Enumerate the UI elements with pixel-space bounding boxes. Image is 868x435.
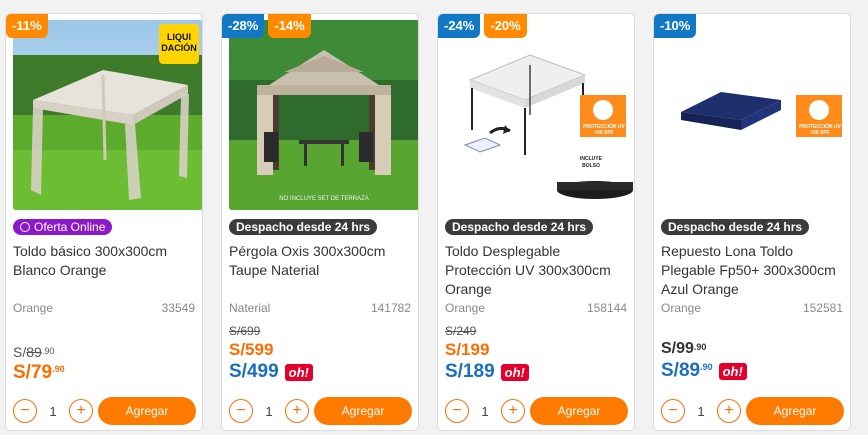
product-card[interactable]: -10% PROTECCIÓN UV +50 SPF Despacho desd… xyxy=(653,13,851,431)
current-price: S/79.90 xyxy=(13,362,65,383)
increase-quantity-button[interactable]: + xyxy=(285,399,309,423)
old-price: S/249 xyxy=(445,324,477,338)
add-to-cart-button[interactable]: Agregar xyxy=(530,397,628,425)
product-image[interactable]: LIQUI DACIÓN xyxy=(13,20,202,210)
quantity-value[interactable]: 1 xyxy=(253,404,285,419)
card-price: S/499 oh! xyxy=(229,361,412,383)
price-block: S/699 S/599 S/499 oh! xyxy=(229,324,412,383)
discount-badges: -24% -20% xyxy=(438,14,527,38)
product-title[interactable]: Pérgola Oxis 300x300cm Taupe Naterial xyxy=(229,242,412,280)
product-sku: 141782 xyxy=(370,301,411,315)
quantity-value[interactable]: 1 xyxy=(37,404,69,419)
product-image[interactable]: PROTECCIÓN UV +50 SPF xyxy=(661,20,850,210)
price-block: S/249 S/199 S/189 oh! xyxy=(445,324,628,383)
product-image[interactable]: PROTECCIÓN UV +50 SPF INCLUYE BOLSO xyxy=(445,20,634,210)
uv-protection-label: PROTECCIÓN UV +50 SPF xyxy=(583,124,625,136)
add-to-cart-button[interactable]: Agregar xyxy=(98,397,196,425)
product-title[interactable]: Toldo básico 300x300cm Blanco Orange xyxy=(13,242,196,280)
decrease-quantity-button[interactable]: − xyxy=(229,399,253,423)
includes-bag-label: INCLUYE BOLSO xyxy=(580,156,602,169)
product-title[interactable]: Toldo Desplegable Protección UV 300x300c… xyxy=(445,242,628,299)
old-price: S/89.90 xyxy=(13,344,55,360)
product-sku: 152581 xyxy=(802,301,843,315)
decrease-quantity-button[interactable]: − xyxy=(445,399,469,423)
price-block: S/99.90 S/89.90 oh! xyxy=(661,340,844,382)
internet-price: S/99.90 xyxy=(661,340,707,357)
quantity-value[interactable]: 1 xyxy=(469,404,501,419)
product-brand: Naterial xyxy=(229,301,271,315)
product-grid: -11% LIQUI DACIÓN Oferta Online Toldo bá… xyxy=(0,0,868,435)
liquidacion-badge: LIQUI DACIÓN xyxy=(159,24,199,64)
oh-card-badge: oh! xyxy=(500,363,529,381)
oh-card-badge: oh! xyxy=(718,362,747,380)
discount-badge: -20% xyxy=(484,14,527,38)
add-to-cart-button[interactable]: Agregar xyxy=(746,397,844,425)
product-card[interactable]: -24% -20% PROTECCIÓN UV +50 SPF INCLUYE … xyxy=(437,13,635,431)
oh-card-badge: oh! xyxy=(284,363,313,381)
discount-badges: -10% xyxy=(654,14,697,38)
quantity-stepper: − 1 + xyxy=(229,399,309,423)
discount-badge: -24% xyxy=(438,14,481,38)
product-brand: Orange xyxy=(445,301,486,315)
quantity-stepper: − 1 + xyxy=(445,399,525,423)
product-image[interactable]: NO INCLUYE SET DE TERRAZA xyxy=(229,20,418,210)
shipping-tag: Despacho desde 24 hrs xyxy=(229,219,378,235)
product-card[interactable]: -28% -14% NO INCLUYE SET DE TERRAZA Desp… xyxy=(221,13,419,431)
product-brand: Orange xyxy=(661,301,702,315)
shipping-tag: Despacho desde 24 hrs xyxy=(661,219,810,235)
image-caption: NO INCLUYE SET DE TERRAZA xyxy=(279,196,369,202)
price-block: S/89.90 S/79.90 xyxy=(13,344,196,384)
discount-badge: -11% xyxy=(6,14,48,38)
add-to-cart-button[interactable]: Agregar xyxy=(314,397,412,425)
discount-badge: -10% xyxy=(654,14,697,38)
increase-quantity-button[interactable]: + xyxy=(69,399,93,423)
discount-badges: -11% xyxy=(6,14,48,38)
uv-protection-label: PROTECCIÓN UV +50 SPF xyxy=(799,124,841,136)
quantity-value[interactable]: 1 xyxy=(685,404,717,419)
discount-badge: -28% xyxy=(222,14,265,38)
product-sku: 33549 xyxy=(161,301,195,315)
internet-price: S/199 xyxy=(445,340,490,359)
shipping-tag: Despacho desde 24 hrs xyxy=(445,219,594,235)
online-offer-tag: Oferta Online xyxy=(13,219,113,235)
card-price: S/89.90 oh! xyxy=(661,360,844,382)
decrease-quantity-button[interactable]: − xyxy=(13,399,37,423)
discount-badge: -14% xyxy=(268,14,311,38)
increase-quantity-button[interactable]: + xyxy=(501,399,525,423)
discount-badges: -28% -14% xyxy=(222,14,311,38)
card-price: S/189 oh! xyxy=(445,361,628,383)
old-price: S/699 xyxy=(229,324,261,338)
globe-icon xyxy=(20,222,30,232)
internet-price: S/599 xyxy=(229,340,274,359)
quantity-stepper: − 1 + xyxy=(13,399,93,423)
product-brand: Orange xyxy=(13,301,54,315)
increase-quantity-button[interactable]: + xyxy=(717,399,741,423)
product-sku: 158144 xyxy=(586,301,627,315)
decrease-quantity-button[interactable]: − xyxy=(661,399,685,423)
quantity-stepper: − 1 + xyxy=(661,399,741,423)
product-title[interactable]: Repuesto Lona Toldo Plegable Fp50+ 300x3… xyxy=(661,242,844,299)
product-card[interactable]: -11% LIQUI DACIÓN Oferta Online Toldo bá… xyxy=(5,13,203,431)
